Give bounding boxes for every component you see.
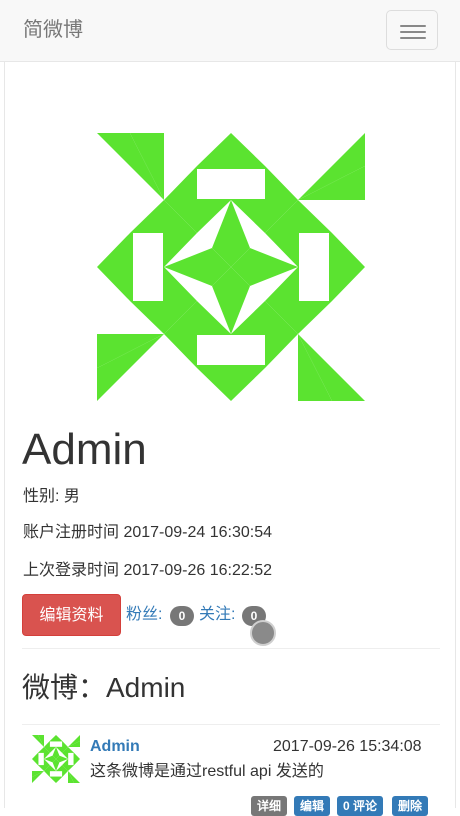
- post-delete-button[interactable]: 删除: [392, 796, 429, 816]
- post-timestamp: 2017-09-26 15:34:08: [273, 738, 422, 755]
- post-comments-button[interactable]: 0 评论: [337, 796, 384, 816]
- profile-username: Admin: [22, 425, 147, 474]
- profile-gender: 性别: 男: [23, 488, 80, 505]
- profile-avatar: [97, 133, 365, 401]
- followers-link[interactable]: 粉丝:: [126, 604, 162, 626]
- edit-profile-button[interactable]: 编辑资料: [22, 594, 121, 636]
- post-author-avatar[interactable]: [32, 735, 80, 783]
- profile-registered-time: 账户注册时间 2017-09-24 16:30:54: [23, 524, 273, 541]
- post-body: 这条微博是通过restful api 发送的: [90, 763, 324, 780]
- following-link[interactable]: 关注:: [199, 604, 235, 626]
- navbar-toggle-button[interactable]: [386, 10, 438, 50]
- followers-count-badge: 0: [170, 606, 194, 626]
- brand-link[interactable]: 简微博: [23, 17, 83, 43]
- divider: [22, 724, 440, 725]
- navbar: 简微博: [0, 0, 460, 62]
- touch-cursor-indicator: [250, 620, 276, 646]
- hamburger-icon-bar: [400, 31, 426, 33]
- post-edit-button[interactable]: 编辑: [294, 796, 331, 816]
- posts-section-title: 微博：Admin: [22, 672, 186, 703]
- hamburger-icon-bar: [400, 37, 426, 39]
- post-author-link[interactable]: Admin: [90, 737, 140, 757]
- divider: [22, 648, 440, 649]
- hamburger-icon: [400, 25, 426, 27]
- post-detail-button[interactable]: 详细: [251, 796, 288, 816]
- profile-last-login: 上次登录时间 2017-09-26 16:22:52: [23, 562, 273, 579]
